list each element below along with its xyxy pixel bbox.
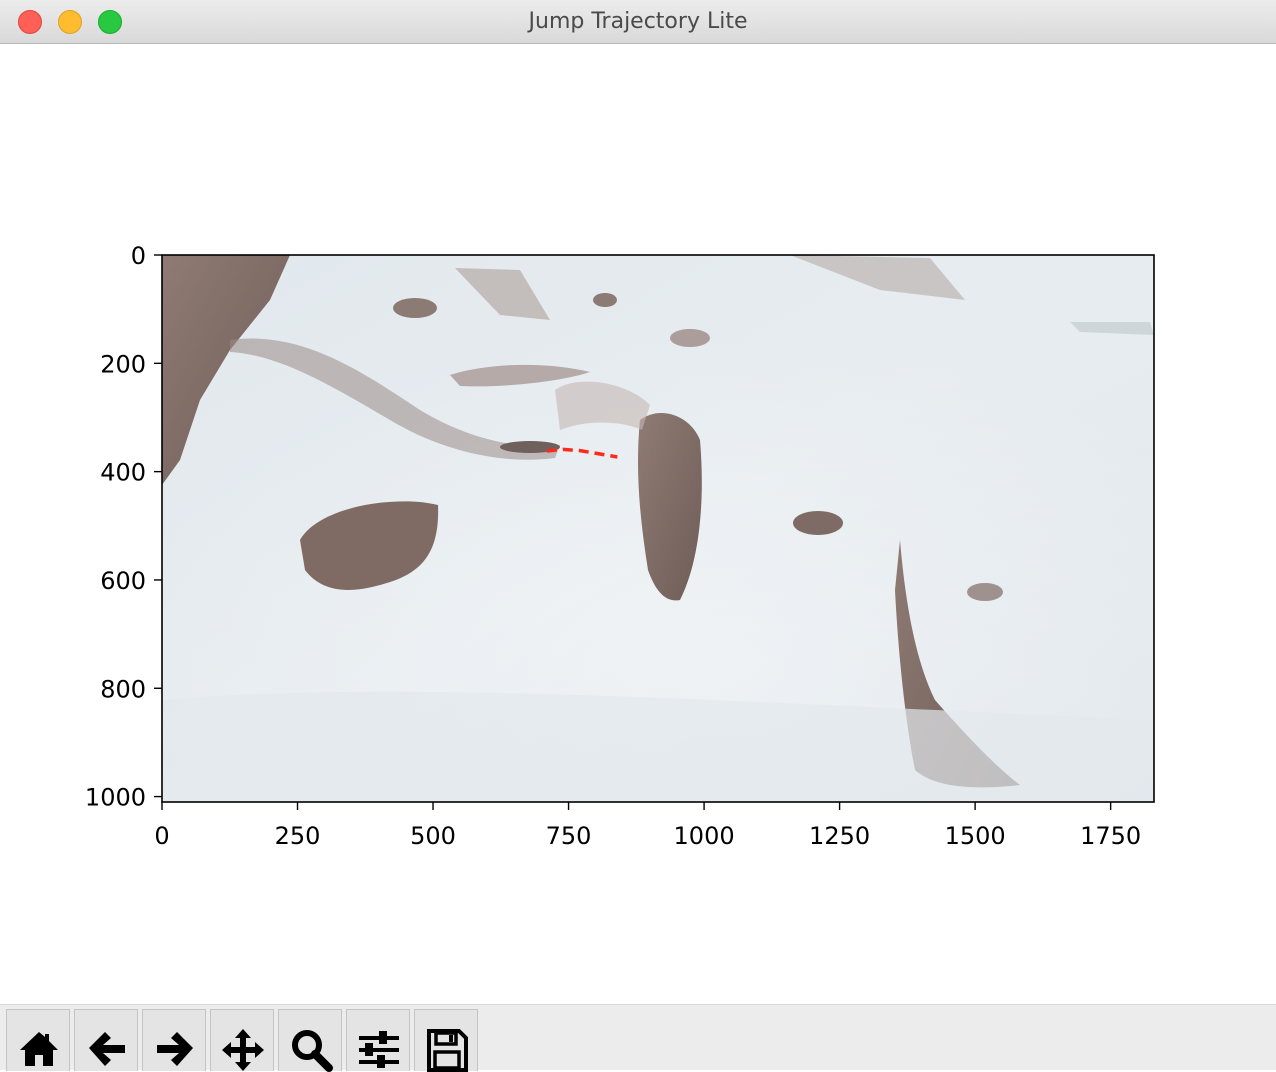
pan-button[interactable] (210, 1009, 274, 1071)
window-title: Jump Trajectory Lite (528, 9, 748, 34)
x-tick-label: 1500 (945, 822, 1006, 850)
x-tick-label: 1750 (1080, 822, 1141, 850)
background-image (162, 255, 1154, 802)
sliders-icon (359, 1031, 399, 1068)
floppy-disk-icon (427, 1029, 468, 1072)
home-button[interactable] (6, 1009, 70, 1071)
move-icon (222, 1029, 264, 1071)
x-tick-label: 0 (154, 822, 169, 850)
y-tick-label: 0 (131, 242, 146, 270)
x-tick-label: 750 (546, 822, 592, 850)
configure-subplots-button[interactable] (346, 1009, 410, 1071)
x-tick-label: 250 (275, 822, 321, 850)
y-tick-label: 400 (100, 459, 146, 487)
figure-canvas[interactable]: 0 250 500 750 1000 1250 1500 1750 0 200 400 600 800 1… (0, 44, 1276, 1004)
y-tick-label: 1000 (85, 784, 146, 812)
x-tick-label: 1250 (809, 822, 870, 850)
plot-svg: 0 250 500 750 1000 1250 1500 1750 0 200 400 600 800 1… (85, 242, 1155, 850)
save-button[interactable] (414, 1009, 478, 1072)
y-tick-label: 600 (100, 567, 146, 595)
arrow-left-icon (89, 1032, 125, 1066)
search-icon (292, 1030, 333, 1072)
forward-button[interactable] (142, 1009, 206, 1071)
navigation-toolbar (0, 1004, 1276, 1072)
y-tick-label: 200 (100, 350, 146, 378)
x-tick-label: 500 (410, 822, 456, 850)
back-button[interactable] (74, 1009, 138, 1071)
arrow-right-icon (157, 1032, 193, 1066)
y-tick-label: 800 (100, 675, 146, 703)
home-icon (20, 1032, 58, 1066)
window-titlebar[interactable]: Jump Trajectory Lite (0, 0, 1276, 44)
x-tick-label: 1000 (674, 822, 735, 850)
zoom-button[interactable] (278, 1009, 342, 1072)
